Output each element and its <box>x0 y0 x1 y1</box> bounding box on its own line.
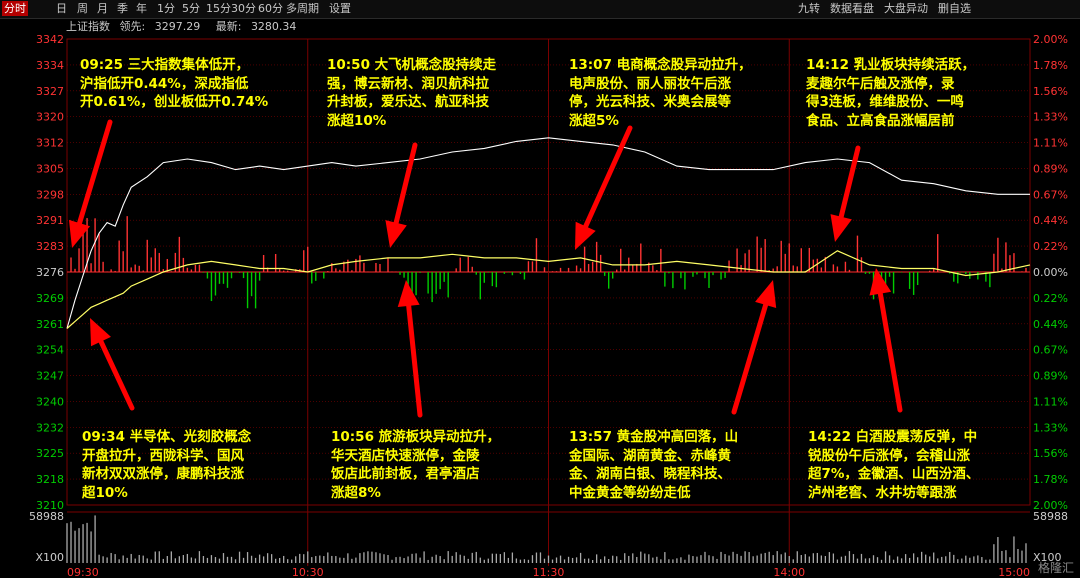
volume-max-label-right: 58988 <box>1033 510 1068 523</box>
arrow-shaft <box>877 291 903 413</box>
y-right-tick: 0.89% <box>1033 162 1068 175</box>
annotation-0925: 09:25 三大指数集体低开， 沪指低开0.44%，深成指低 开0.61%，创业… <box>80 57 269 110</box>
y-right-tick: 0.44% <box>1033 318 1068 331</box>
annotation-1412: 14:12 乳业板块持续活跃， 麦趣尔午后触及涨停，录 得3连板，维维股份、一鸣… <box>806 57 976 129</box>
arrow-head <box>755 280 777 309</box>
y-left-tick: 3240 <box>36 395 64 408</box>
y-right-tick: 1.56% <box>1033 85 1068 98</box>
y-left-tick: 3254 <box>36 344 64 357</box>
watermark-logo: 格隆汇 <box>1037 561 1074 575</box>
y-right-tick: 1.11% <box>1033 137 1068 150</box>
y-right-tick: 2.00% <box>1033 33 1068 46</box>
x-tick: 10:30 <box>292 566 324 578</box>
x-tick: 11:30 <box>533 566 565 578</box>
y-right-tick: 0.22% <box>1033 292 1068 305</box>
y-left-tick: 3218 <box>36 473 64 486</box>
y-right-tick: 1.78% <box>1033 59 1068 72</box>
y-left-tick: 3247 <box>36 370 64 383</box>
y-right-tick: 1.33% <box>1033 111 1068 124</box>
arrow-shaft <box>838 145 861 220</box>
annotation-1056: 10:56 旅游板块异动拉升， 华天酒店快速涨停，金陵 饭店此前封板，君亭酒店 … <box>331 429 501 501</box>
y-left-tick: 3291 <box>36 214 64 227</box>
y-right-tick: 1.33% <box>1033 421 1068 434</box>
y-left-tick: 3261 <box>36 318 64 331</box>
y-right-tick: 0.67% <box>1033 188 1068 201</box>
arrow-head <box>385 220 407 248</box>
y-right-tick: 0.00% <box>1033 266 1068 279</box>
x-tick: 15:00 <box>998 566 1030 578</box>
y-right-tick: 1.56% <box>1033 447 1068 460</box>
y-left-tick: 3269 <box>36 292 64 305</box>
volume-max-label: 58988 <box>29 510 64 523</box>
y-right-tick: 0.44% <box>1033 214 1068 227</box>
y-right-tick: 1.11% <box>1033 395 1068 408</box>
x-tick: 09:30 <box>67 566 99 578</box>
arrow-shaft <box>731 302 769 415</box>
annotation-1357: 13:57 黄金股冲高回落，山 金国际、湖南黄金、赤峰黄 金、湖南白银、晓程科技… <box>569 429 739 501</box>
arrow-shaft <box>406 303 423 418</box>
y-left-tick: 3298 <box>36 188 64 201</box>
y-left-tick: 3276 <box>36 266 64 279</box>
x-tick: 14:00 <box>773 566 805 578</box>
annotation-1307: 13:07 电商概念股异动拉升， 电声股份、丽人丽妆午后涨 停，光云科技、米奥会… <box>569 57 752 129</box>
y-left-tick: 3334 <box>36 59 64 72</box>
y-left-tick: 3232 <box>36 421 64 434</box>
y-left-tick: 3225 <box>36 447 64 460</box>
y-left-tick: 3312 <box>36 137 64 150</box>
y-right-tick: 0.67% <box>1033 344 1068 357</box>
y-left-tick: 3283 <box>36 240 64 253</box>
y-left-tick: 3320 <box>36 111 64 124</box>
arrow-shaft <box>98 339 135 411</box>
volume-unit: X100 <box>35 551 64 564</box>
annotation-0934: 09:34 半导体、光刻胶概念 开盘拉升，西陇科学、国风 新材双双涨停，康鹏科技… <box>82 429 252 501</box>
y-left-tick: 3305 <box>36 162 64 175</box>
annotation-1422: 14:22 白酒股震荡反弹，中 锐股份午后涨停，会稽山涨 超7%，金徽酒、山西汾… <box>808 429 980 501</box>
y-right-tick: 0.22% <box>1033 240 1068 253</box>
y-left-tick: 3327 <box>36 85 64 98</box>
y-right-tick: 1.78% <box>1033 473 1068 486</box>
annotation-1050: 10:50 大飞机概念股持续走 强，博云新材、润贝航科拉 升封板，爱乐达、航亚科… <box>327 57 497 129</box>
arrow-shaft <box>77 119 113 226</box>
y-left-tick: 3342 <box>36 33 64 46</box>
arrow-head <box>830 214 852 242</box>
y-right-tick: 0.89% <box>1033 370 1068 383</box>
arrow-shaft <box>393 142 418 226</box>
